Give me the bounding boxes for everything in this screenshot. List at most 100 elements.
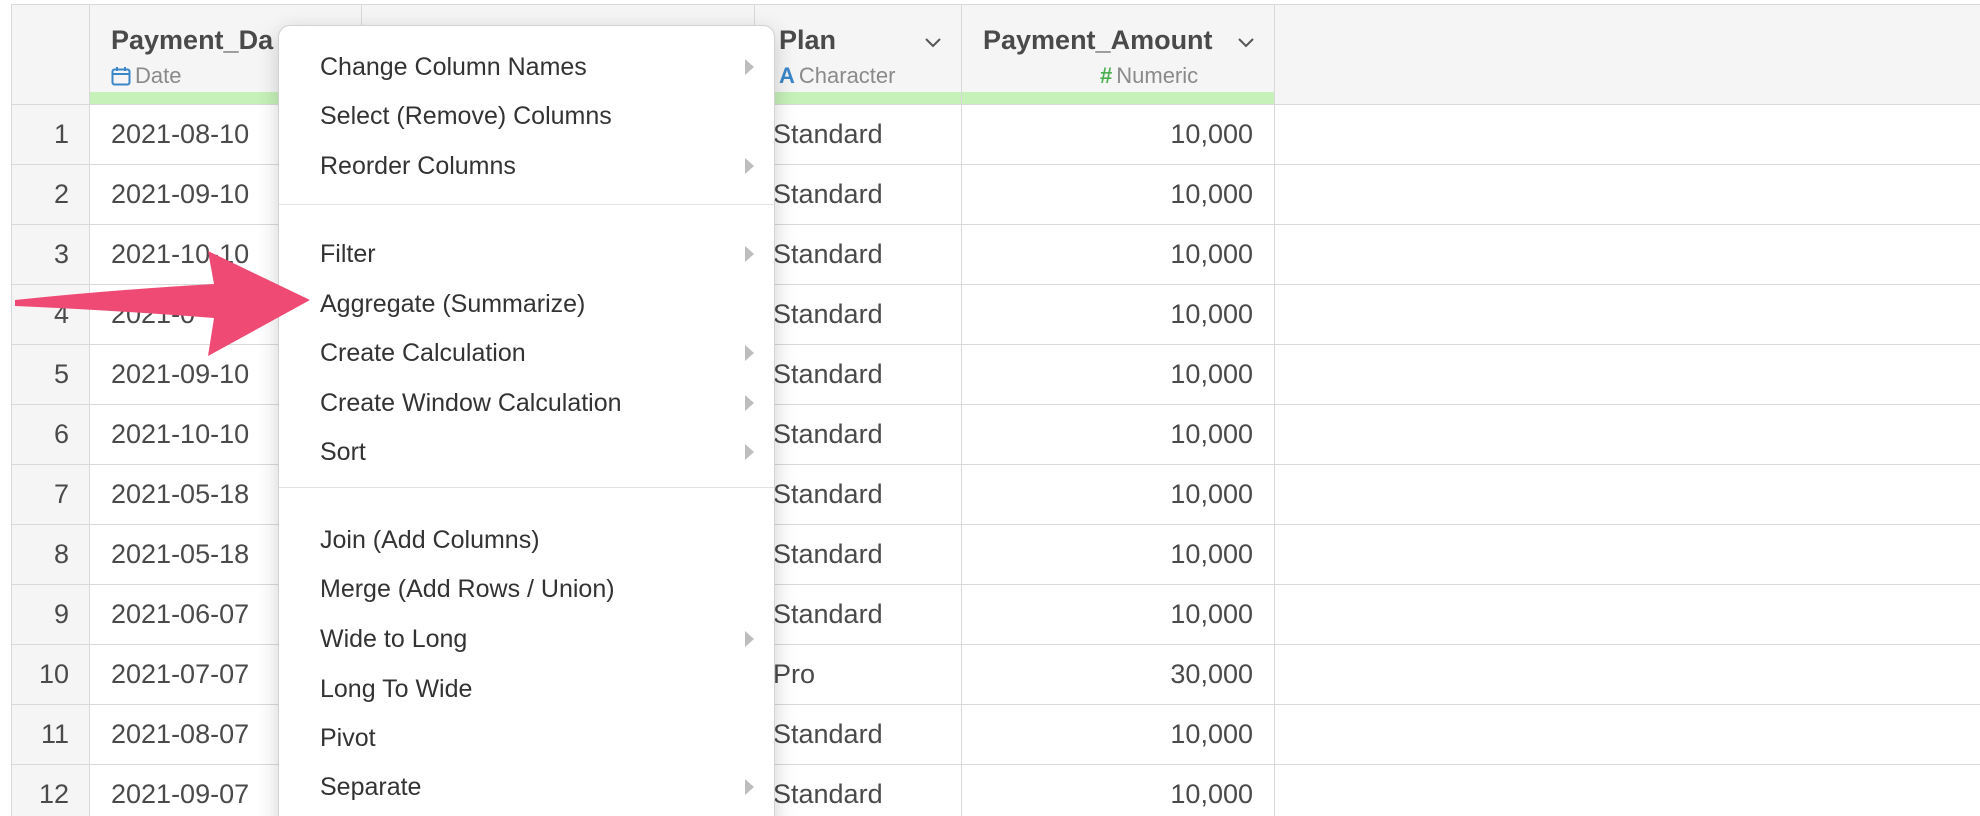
cell-payment-amount[interactable]: 10,000 bbox=[962, 585, 1275, 645]
calendar-icon bbox=[111, 67, 131, 86]
menu-item-merge-add-rows-union[interactable]: Merge (Add Rows / Union) bbox=[279, 567, 774, 611]
row-index[interactable]: 6 bbox=[12, 405, 90, 465]
cell-payment-amount[interactable]: 10,000 bbox=[962, 165, 1275, 225]
column-type: Date bbox=[111, 63, 181, 89]
submenu-arrow-icon bbox=[745, 59, 754, 75]
submenu-arrow-icon bbox=[745, 158, 754, 174]
cell-plan[interactable]: Standard bbox=[755, 165, 962, 225]
menu-item-label: Create Window Calculation bbox=[320, 389, 622, 417]
submenu-arrow-icon bbox=[745, 444, 754, 460]
column-type: # Numeric bbox=[1100, 63, 1198, 89]
cell-empty bbox=[1275, 165, 1980, 225]
menu-item-label: Change Column Names bbox=[320, 53, 587, 81]
submenu-arrow-icon bbox=[745, 779, 754, 795]
menu-item-label: Select (Remove) Columns bbox=[320, 102, 612, 130]
menu-item-label: Aggregate (Summarize) bbox=[320, 290, 586, 318]
cell-empty bbox=[1275, 345, 1980, 405]
menu-item-label: Create Calculation bbox=[320, 339, 526, 367]
row-index[interactable]: 12 bbox=[12, 765, 90, 816]
cell-payment-amount[interactable]: 10,000 bbox=[962, 105, 1275, 165]
cell-payment-amount[interactable]: 10,000 bbox=[962, 285, 1275, 345]
menu-item-label: Sort bbox=[320, 438, 366, 466]
menu-item-long-to-wide[interactable]: Long To Wide bbox=[279, 667, 774, 711]
cell-plan[interactable]: Standard bbox=[755, 405, 962, 465]
row-index[interactable]: 3 bbox=[12, 225, 90, 285]
submenu-arrow-icon bbox=[745, 345, 754, 361]
row-index[interactable]: 5 bbox=[12, 345, 90, 405]
menu-item-label: Wide to Long bbox=[320, 625, 468, 653]
submenu-arrow-icon bbox=[745, 631, 754, 647]
cell-plan[interactable]: Pro bbox=[755, 645, 962, 705]
menu-item-sort[interactable]: Sort bbox=[279, 430, 774, 474]
cell-empty bbox=[1275, 465, 1980, 525]
menu-item-separate[interactable]: Separate bbox=[279, 765, 774, 809]
cell-payment-amount[interactable]: 10,000 bbox=[962, 525, 1275, 585]
cell-plan[interactable]: Standard bbox=[755, 525, 962, 585]
menu-item-wide-to-long[interactable]: Wide to Long bbox=[279, 617, 774, 661]
menu-item-label: Filter bbox=[320, 240, 376, 268]
row-index[interactable]: 10 bbox=[12, 645, 90, 705]
cell-payment-amount[interactable]: 10,000 bbox=[962, 465, 1275, 525]
menu-item-label: Reorder Columns bbox=[320, 152, 516, 180]
column-name: Payment_Amount bbox=[983, 25, 1213, 55]
row-index[interactable]: 2 bbox=[12, 165, 90, 225]
cell-payment-amount[interactable]: 10,000 bbox=[962, 765, 1275, 816]
cell-plan[interactable]: Standard bbox=[755, 225, 962, 285]
cell-plan[interactable]: Standard bbox=[755, 345, 962, 405]
submenu-arrow-icon bbox=[745, 395, 754, 411]
row-index[interactable]: 1 bbox=[12, 105, 90, 165]
cell-empty bbox=[1275, 105, 1980, 165]
column-type-label: Numeric bbox=[1116, 63, 1199, 88]
menu-separator bbox=[279, 204, 774, 205]
cell-empty bbox=[1275, 645, 1980, 705]
menu-item-label: Pivot bbox=[320, 724, 376, 752]
menu-separator bbox=[279, 487, 774, 488]
column-type: A Character bbox=[779, 63, 895, 89]
cell-empty bbox=[1275, 525, 1980, 585]
cell-payment-amount[interactable]: 10,000 bbox=[962, 705, 1275, 765]
column-name: Plan bbox=[779, 25, 837, 55]
menu-item-label: Merge (Add Rows / Union) bbox=[320, 575, 615, 603]
cell-plan[interactable]: Standard bbox=[755, 705, 962, 765]
column-header-plan[interactable]: Plan A Character bbox=[755, 5, 962, 104]
row-index[interactable]: 8 bbox=[12, 525, 90, 585]
cell-plan[interactable]: Standard bbox=[755, 105, 962, 165]
hash-icon: # bbox=[1100, 63, 1113, 88]
menu-item-label: Separate bbox=[320, 773, 422, 801]
chevron-down-icon[interactable] bbox=[1238, 35, 1254, 51]
row-index-header bbox=[12, 5, 90, 104]
cell-empty bbox=[1275, 225, 1980, 285]
column-header-payment-amount[interactable]: Payment_Amount # Numeric bbox=[962, 5, 1275, 104]
cell-empty bbox=[1275, 405, 1980, 465]
menu-item-create-calculation[interactable]: Create Calculation bbox=[279, 331, 774, 375]
menu-item-aggregate-summarize[interactable]: Aggregate (Summarize) bbox=[279, 282, 774, 326]
app-window: Payment_Da Date Plan A Character Payment… bbox=[0, 0, 1980, 816]
row-index[interactable]: 7 bbox=[12, 465, 90, 525]
menu-item-create-window-calculation[interactable]: Create Window Calculation bbox=[279, 381, 774, 425]
row-index[interactable]: 4 bbox=[12, 285, 90, 345]
context-menu: Change Column Names Select (Remove) Colum… bbox=[278, 25, 775, 816]
cell-plan[interactable]: Standard bbox=[755, 765, 962, 816]
cell-plan[interactable]: Standard bbox=[755, 465, 962, 525]
menu-item-join-add-columns[interactable]: Join (Add Columns) bbox=[279, 518, 774, 562]
column-name: Payment_Da bbox=[111, 25, 274, 55]
cell-payment-amount[interactable]: 30,000 bbox=[962, 645, 1275, 705]
column-type-label: Character bbox=[798, 63, 896, 88]
cell-payment-amount[interactable]: 10,000 bbox=[962, 225, 1275, 285]
menu-item-pivot[interactable]: Pivot bbox=[279, 716, 774, 760]
menu-item-reorder-columns[interactable]: Reorder Columns bbox=[279, 144, 774, 188]
menu-item-label: Long To Wide bbox=[320, 675, 473, 703]
row-index[interactable]: 11 bbox=[12, 705, 90, 765]
cell-plan[interactable]: Standard bbox=[755, 585, 962, 645]
cell-payment-amount[interactable]: 10,000 bbox=[962, 345, 1275, 405]
row-index[interactable]: 9 bbox=[12, 585, 90, 645]
menu-item-filter[interactable]: Filter bbox=[279, 232, 774, 276]
menu-item-select-remove-columns[interactable]: Select (Remove) Columns bbox=[279, 94, 774, 138]
menu-item-change-column-names[interactable]: Change Column Names bbox=[279, 45, 774, 89]
cell-plan[interactable]: Standard bbox=[755, 285, 962, 345]
cell-payment-amount[interactable]: 10,000 bbox=[962, 405, 1275, 465]
character-type-icon: A bbox=[779, 63, 795, 88]
cell-empty bbox=[1275, 705, 1980, 765]
column-type-label: Date bbox=[135, 63, 182, 88]
chevron-down-icon[interactable] bbox=[925, 35, 941, 51]
